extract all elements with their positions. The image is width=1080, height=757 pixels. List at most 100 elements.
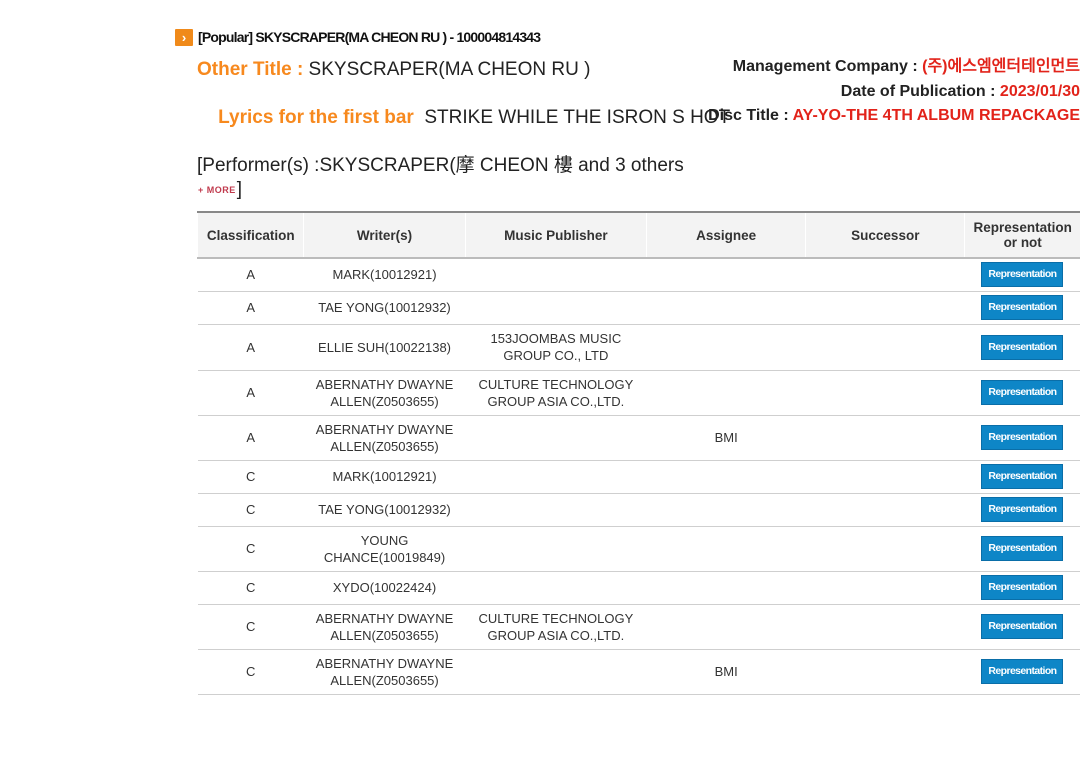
lyrics-value: STRIKE WHILE THE ISRON S HOT	[413, 107, 731, 128]
lyrics-line: Lyrics for the first bar STRIKE WHILE TH…	[197, 82, 730, 154]
assignee-cell	[646, 526, 806, 572]
disc-value: AY-YO-THE 4TH ALBUM REPACKAGE	[788, 107, 1080, 124]
successor-cell	[805, 604, 965, 650]
assignee-cell	[646, 258, 806, 292]
assignee-cell: BMI	[646, 415, 806, 461]
col-music-publisher: Music Publisher	[464, 212, 647, 258]
representation-cell: Representation	[964, 571, 1080, 605]
writer-cell: TAE YONG(10012932)	[303, 493, 466, 527]
publisher-cell	[465, 415, 647, 461]
representation-button[interactable]: Representation	[981, 262, 1064, 288]
writer-cell: ABERNATHY DWAYNE ALLEN(Z0503655)	[303, 370, 466, 416]
representation-button[interactable]: Representation	[981, 295, 1064, 320]
classification-cell: C	[197, 649, 304, 695]
representation-button[interactable]: Representation	[981, 380, 1064, 405]
table-row: C ABERNATHY DWAYNE ALLEN(Z0503655) BMI Repr…	[197, 649, 1080, 695]
song-title-row: › [Popular] SKYSCRAPER(MA CHEON RU ) - 1…	[175, 27, 541, 47]
performer-line: [Performer(s) :SKYSCRAPER(摩 CHEON 樓 and …	[197, 154, 712, 178]
other-title-value: SKYSCRAPER(MA CHEON RU )	[303, 59, 591, 80]
chevron-right-icon: ›	[175, 28, 193, 46]
writer-cell: MARK(10012921)	[303, 460, 466, 494]
col-representation: Representation or not	[964, 212, 1080, 258]
representation-cell: Representation	[964, 291, 1080, 325]
table-row: A ELLIE SUH(10022138) 153JOOMBAS MUSIC GRO…	[197, 324, 1080, 371]
assignee-cell	[646, 571, 806, 605]
table-header-row: Classification Writer(s) Music Publisher…	[196, 212, 1080, 258]
publisher-cell	[465, 649, 647, 695]
successor-cell	[805, 370, 965, 416]
more-button[interactable]: + MORE	[197, 184, 237, 196]
representation-cell: Representation	[964, 370, 1080, 416]
assignee-cell	[646, 324, 806, 371]
classification-cell: C	[197, 460, 304, 494]
successor-cell	[805, 291, 965, 325]
classification-cell: C	[197, 604, 304, 650]
writer-cell: YOUNG CHANCE(10019849)	[303, 526, 466, 572]
classification-cell: C	[197, 526, 304, 572]
table-row: C YOUNG CHANCE(10019849) Representation	[197, 526, 1080, 572]
publisher-cell	[465, 258, 647, 292]
representation-button[interactable]: Representation	[981, 334, 1064, 360]
representation-button[interactable]: Representation	[981, 425, 1064, 450]
lyrics-label: Lyrics for the first bar	[218, 107, 414, 128]
representation-button[interactable]: Representation	[981, 464, 1064, 489]
representation-cell: Representation	[964, 649, 1080, 695]
successor-cell	[805, 324, 965, 371]
management-line: Management Company : (주)에스엠엔터테인먼트	[708, 55, 1080, 80]
table-row: C XYDO(10022424) Representation	[197, 571, 1080, 605]
writer-cell: MARK(10012921)	[303, 258, 466, 292]
table-body: A MARK(10012921) Representation A TAE YONG(1…	[197, 258, 1080, 695]
publisher-cell: 153JOOMBAS MUSIC GROUP CO., LTD	[465, 324, 647, 371]
successor-cell	[805, 258, 965, 292]
assignee-cell: BMI	[646, 649, 806, 695]
assignee-cell	[646, 604, 806, 650]
table-row: C ABERNATHY DWAYNE ALLEN(Z0503655) CULTURE…	[197, 604, 1080, 650]
representation-cell: Representation	[964, 460, 1080, 494]
representation-button[interactable]: Representation	[981, 536, 1064, 561]
representation-button[interactable]: Representation	[981, 614, 1064, 639]
publisher-cell	[465, 493, 647, 527]
successor-cell	[805, 649, 965, 695]
publisher-cell	[465, 291, 647, 325]
representation-button[interactable]: Representation	[981, 497, 1064, 522]
song-info-right: Management Company : (주)에스엠엔터테인먼트 Date o…	[708, 55, 1080, 129]
representation-cell: Representation	[964, 324, 1080, 371]
successor-cell	[805, 493, 965, 527]
col-successor: Successor	[805, 212, 965, 258]
assignee-cell	[646, 291, 806, 325]
classification-cell: A	[197, 370, 304, 416]
performer-text: [Performer(s) :SKYSCRAPER(摩 CHEON 樓 and …	[197, 155, 684, 176]
writer-cell: ABERNATHY DWAYNE ALLEN(Z0503655)	[303, 649, 466, 695]
song-title: [Popular] SKYSCRAPER(MA CHEON RU ) - 100…	[198, 29, 541, 45]
representation-button[interactable]: Representation	[981, 575, 1064, 600]
successor-cell	[805, 415, 965, 461]
representation-cell: Representation	[964, 604, 1080, 650]
representation-cell: Representation	[964, 258, 1080, 292]
table-row: A ABERNATHY DWAYNE ALLEN(Z0503655) CULTURE…	[197, 370, 1080, 416]
management-label: Management Company :	[732, 58, 918, 75]
publication-value: 2023/01/30	[995, 82, 1080, 100]
classification-cell: A	[197, 415, 304, 461]
management-value: (주)에스엠엔터테인먼트	[917, 58, 1080, 75]
representation-cell: Representation	[964, 526, 1080, 572]
col-classification: Classification	[196, 212, 304, 258]
bracket-close: ]	[236, 179, 243, 200]
classification-cell: A	[197, 324, 304, 371]
publisher-cell	[465, 571, 647, 605]
more-line: + MORE]	[197, 178, 712, 202]
col-writers: Writer(s)	[303, 212, 466, 258]
publication-label: Date of Publication :	[840, 82, 996, 100]
assignee-cell	[646, 460, 806, 494]
successor-cell	[805, 526, 965, 572]
representation-button[interactable]: Representation	[981, 659, 1064, 684]
successor-cell	[805, 571, 965, 605]
writer-cell: ABERNATHY DWAYNE ALLEN(Z0503655)	[303, 415, 466, 461]
publisher-cell	[465, 526, 647, 572]
table-row: A MARK(10012921) Representation	[197, 258, 1080, 292]
representation-cell: Representation	[964, 493, 1080, 527]
representation-cell: Representation	[964, 415, 1080, 461]
publisher-cell: CULTURE TECHNOLOGY GROUP ASIA CO.,LTD.	[465, 604, 647, 650]
other-title-label: Other Title :	[197, 59, 304, 80]
table-row: C MARK(10012921) Representation	[197, 460, 1080, 494]
classification-cell: C	[197, 571, 304, 605]
